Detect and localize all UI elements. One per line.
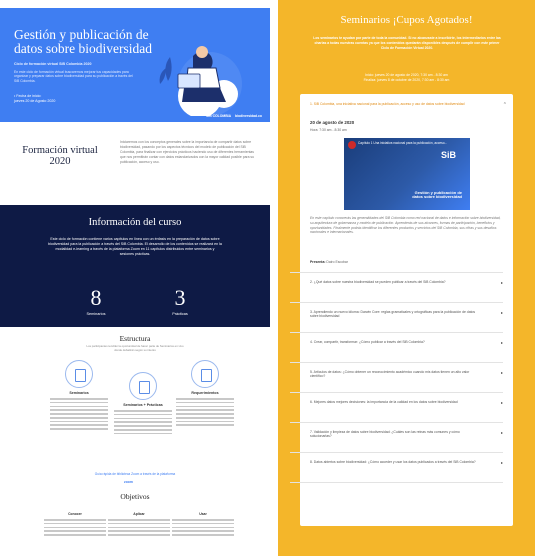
divider xyxy=(290,452,503,453)
divider xyxy=(290,332,503,333)
chevron-up-icon[interactable]: ⌃ xyxy=(503,102,507,108)
info-section: Información del curso Este ciclo de form… xyxy=(0,205,270,327)
hero-logos: SiB COLOMBIA biodiversidad.co xyxy=(206,114,262,118)
objetivo-conocer: Conocer xyxy=(40,512,110,538)
accordion-item-3[interactable]: 3. Aprendiendo un nuevo idioma: Darwin C… xyxy=(310,310,503,319)
objetivo-usar: Usar xyxy=(168,512,238,538)
accordion-item-5[interactable]: 5. Artículos de datos: ¿Cómo obtener un … xyxy=(310,370,503,379)
accordion-item-4[interactable]: 4. Crear, compartir, transformar: ¿Cómo … xyxy=(310,340,503,345)
hero-banner: Gestión y publicación de datos sobre bio… xyxy=(0,8,270,122)
objetivo-text xyxy=(104,519,174,536)
seminar-description: En este capítulo conocerás las generalid… xyxy=(310,216,501,235)
objetivos-title: Objetivos xyxy=(120,492,150,501)
seminarios-description: Los seminarios te ayudan por parte de to… xyxy=(313,36,501,50)
divider xyxy=(290,302,503,303)
accordion-item-label: 2. ¿Qué datos sobre nuestra biodiversida… xyxy=(310,280,446,284)
stat-label: Prácticas xyxy=(172,312,188,316)
accordion-item-7[interactable]: 7. Validación y limpieza de datos sobre … xyxy=(310,430,503,439)
seminarios-panel: Seminarios ¡Cupos Agotados! Los seminari… xyxy=(278,0,535,556)
objetivo-text xyxy=(40,519,110,536)
stat-seminarios: 8 Seminarios xyxy=(66,285,126,317)
chevron-right-icon: ▸ xyxy=(500,340,503,345)
accordion-item-label: 7. Validación y limpieza de datos sobre … xyxy=(310,430,460,439)
accordion-item-1-header[interactable]: 1. SiB Colombia, una iniciativa nacional… xyxy=(310,102,500,106)
accordion-item-label: 8. Datos abiertos sobre biodiversidad: ¿… xyxy=(310,460,476,464)
estructura-subtitle: Los participantes tendrán la oportunidad… xyxy=(86,344,184,352)
video-subtitle: Gestión y publicación de datos sobre bio… xyxy=(412,189,462,200)
seminar-date: 20 de agosto de 2020 xyxy=(310,120,355,125)
formacion-text: Iniciaremos con los conceptos generales … xyxy=(120,140,255,164)
objetivo-text xyxy=(168,519,238,536)
divider xyxy=(290,422,503,423)
sib-logo: SiB COLOMBIA xyxy=(205,114,232,118)
divider xyxy=(290,482,503,483)
formacion-title: Formación virtual 2020 xyxy=(22,145,98,167)
chevron-right-icon: ▸ xyxy=(500,400,503,405)
chevron-right-icon: ▸ xyxy=(500,280,503,285)
seminar-time: Hora: 7:30 am - 8:30 am xyxy=(310,128,347,132)
hero-description: En este ciclo de formación virtual busca… xyxy=(14,70,133,83)
estructura-col-seminarios: Seminarios xyxy=(44,360,114,432)
estructura-col-text xyxy=(44,398,114,430)
video-player[interactable]: Capítulo 1 Una iniciativa nacional para … xyxy=(344,138,470,210)
accordion-item-6[interactable]: 6. Mejores datos mejores decisiones: la … xyxy=(310,400,503,405)
hero-start-date: • Fecha de inicio: jueves 20 de Agosto 2… xyxy=(14,94,56,103)
objetivo-name: Usar xyxy=(199,512,207,516)
hero-subtitle: Ciclo de formación virtual SiB Colombia … xyxy=(14,62,92,66)
estructura-col-text xyxy=(108,410,178,435)
seminarios-title: Seminarios ¡Cupos Agotados! xyxy=(340,14,473,26)
presenter-name: Dairo Escobar xyxy=(326,260,348,264)
biodiversidad-logo: biodiversidad.co xyxy=(235,114,262,118)
info-text: Este ciclo de formación contiene varios … xyxy=(48,237,222,256)
youtube-channel-icon xyxy=(348,141,356,149)
seminar-accordion: 1. SiB Colombia, una iniciativa nacional… xyxy=(290,94,513,526)
chevron-right-icon: ▸ xyxy=(500,460,503,465)
seminar-presenter: Presenta: Dairo Escobar xyxy=(310,260,348,264)
accordion-item-label: 3. Aprendiendo un nuevo idioma: Darwin C… xyxy=(310,310,476,319)
zoom-logo: zoom xyxy=(124,480,133,484)
video-caption: Capítulo 1 Una iniciativa nacional para … xyxy=(358,141,448,145)
chevron-right-icon: ▸ xyxy=(500,430,503,435)
chevron-right-icon: ▸ xyxy=(500,370,503,375)
accordion-item-label: 5. Artículos de datos: ¿Cómo obtener un … xyxy=(310,370,470,379)
zoom-guide-link[interactable]: Guía rápida de biblioteca Zoom a través … xyxy=(0,472,270,476)
estructura-col-name: Seminarios + Prácticas xyxy=(123,403,163,407)
estructura-col-name: Requerimientos xyxy=(191,391,219,395)
estructura-title: Estructura xyxy=(119,334,151,343)
left-page-preview: Gestión y publicación de datos sobre bio… xyxy=(0,0,270,556)
estructura-col-text xyxy=(170,398,240,427)
objetivo-name: Aplicar xyxy=(133,512,145,516)
seminar-icon xyxy=(65,360,93,388)
divider xyxy=(290,362,503,363)
accordion-item-label: 4. Crear, compartir, transformar: ¿Cómo … xyxy=(310,340,425,344)
stat-number: 8 xyxy=(90,285,102,310)
info-title: Información del curso xyxy=(88,217,182,228)
estructura-col-name: Seminarios xyxy=(69,391,89,395)
chevron-right-icon: ▸ xyxy=(500,310,503,315)
accordion-item-8[interactable]: 8. Datos abiertos sobre biodiversidad: ¿… xyxy=(310,460,503,465)
stat-label: Seminarios xyxy=(86,312,106,316)
video-sib-logo: SiB xyxy=(440,150,456,160)
presenter-label: Presenta: xyxy=(310,260,326,264)
stat-number: 3 xyxy=(174,285,186,310)
estructura-col-requerimientos: Requerimientos xyxy=(170,360,240,428)
stat-practicas: 3 Prácticas xyxy=(150,285,210,317)
accordion-item-label: 6. Mejores datos mejores decisiones: la … xyxy=(310,400,458,404)
objetivo-aplicar: Aplicar xyxy=(104,512,174,538)
divider xyxy=(290,392,503,393)
seminarios-dates: Inicio: jueves 20 de agosto de 2020, 7:3… xyxy=(278,73,535,83)
seminarios-end: Finaliza: jueves 8 de octubre de 2020, 7… xyxy=(363,78,450,82)
accordion-item-2[interactable]: 2. ¿Qué datos sobre nuestra biodiversida… xyxy=(310,280,503,285)
estructura-col-practicas: Seminarios + Prácticas xyxy=(108,372,178,436)
practice-icon xyxy=(129,372,157,400)
laptop-person-illustration xyxy=(159,46,242,116)
objetivo-name: Conocer xyxy=(68,512,82,516)
divider xyxy=(290,272,503,273)
requirements-icon xyxy=(191,360,219,388)
